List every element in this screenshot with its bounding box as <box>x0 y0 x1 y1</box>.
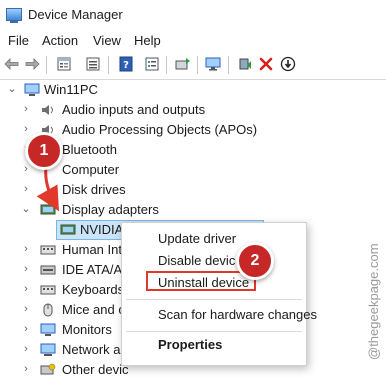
annotation-arrow <box>36 167 59 212</box>
watermark-text: @thegeekpage.com <box>366 243 381 360</box>
step-badge-2: 2 <box>236 242 274 280</box>
step-badge-label: 1 <box>39 142 49 159</box>
step-badge-1: 1 <box>25 132 63 170</box>
watermark: @thegeekpage.com <box>366 210 382 360</box>
annotation-arrows <box>36 167 59 212</box>
step-badge-label: 2 <box>250 252 260 269</box>
